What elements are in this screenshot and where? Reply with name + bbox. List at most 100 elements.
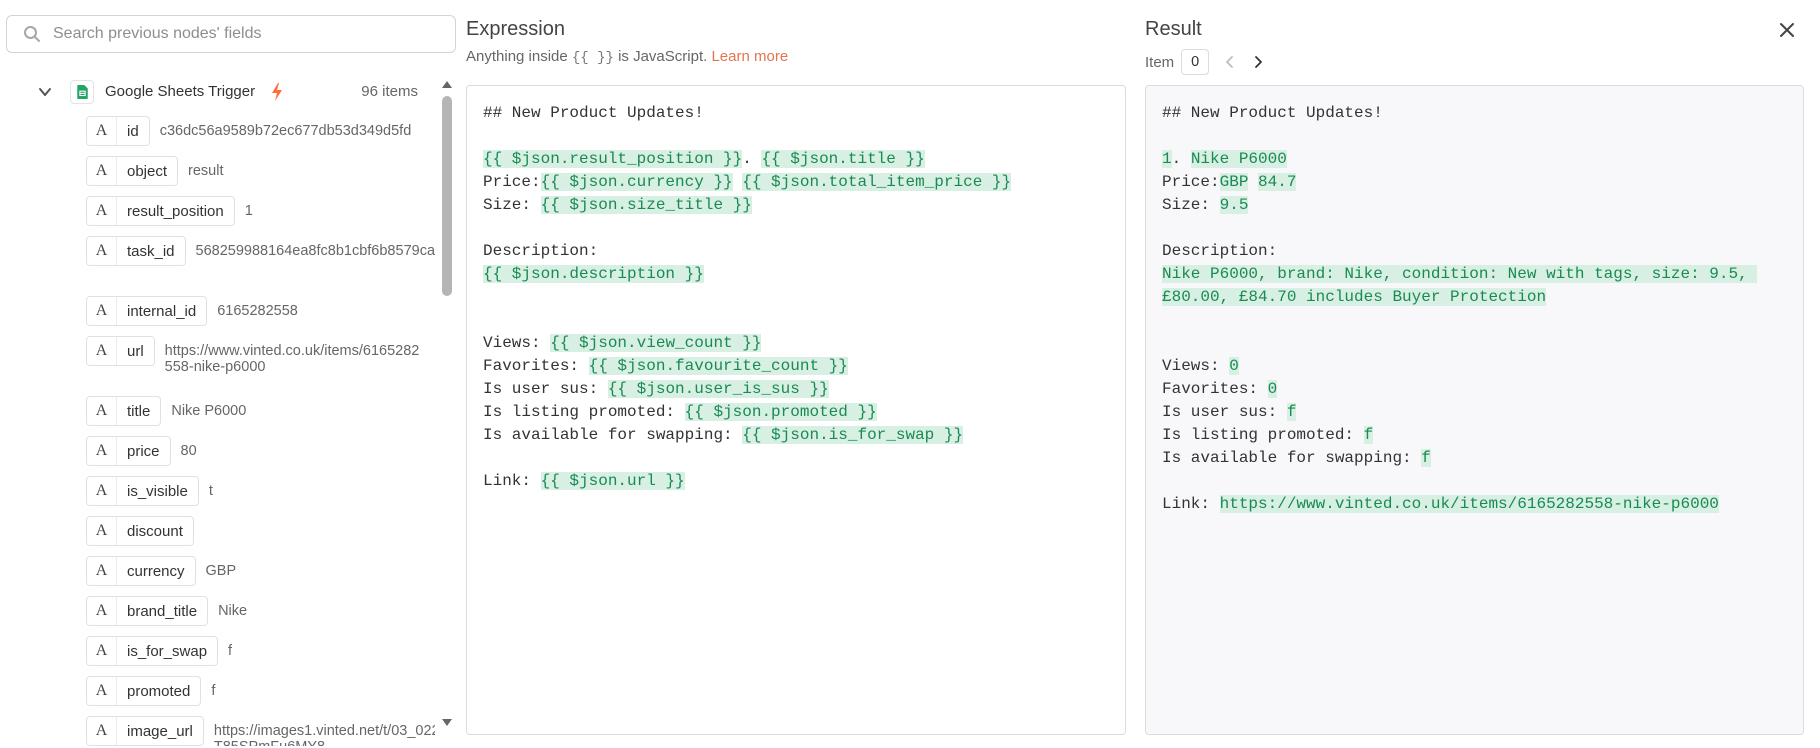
field-value: 80	[180, 443, 197, 459]
field-row[interactable]: Aurl https://www.vinted.co.uk/items/61652…	[86, 336, 427, 375]
expression-token: 84.7	[1258, 173, 1297, 191]
expression-token: Nike P6000, brand: Nike, condition: New …	[1162, 265, 1758, 306]
field-row[interactable]: Aresult_position 1	[86, 196, 435, 226]
field-key-pill[interactable]: Aid	[86, 116, 150, 146]
field-value: Nike	[218, 603, 248, 619]
node-header[interactable]: Google Sheets Trigger 96 items	[0, 76, 430, 108]
string-type-icon: A	[87, 117, 117, 145]
code-line: Views: {{ $json.view_count }}	[483, 332, 1109, 355]
field-key-pill[interactable]: Aprice	[86, 436, 171, 466]
item-index-input[interactable]: 0	[1181, 49, 1210, 75]
field-key-pill[interactable]: Ais_visible	[86, 476, 199, 506]
code-line: Description:	[1162, 240, 1787, 263]
expression-token: 9.5	[1219, 196, 1249, 214]
string-type-icon: A	[87, 677, 117, 705]
scrollbar-thumb[interactable]	[442, 96, 452, 296]
field-key-pill[interactable]: Atitle	[86, 396, 162, 426]
field-key-pill[interactable]: Abrand_title	[86, 596, 209, 626]
field-row[interactable]: Aprice 80	[86, 436, 435, 466]
result-preview: ## New Product Updates! 1. Nike P6000 Pri…	[1145, 85, 1804, 735]
field-row[interactable]: Abrand_title Nike	[86, 596, 435, 626]
expression-token: {{ $json.favourite_count }}	[588, 357, 848, 375]
code-text: ## New Product Updates!	[483, 104, 704, 122]
field-value: GBP	[205, 563, 237, 579]
expression-token: https://www.vinted.co.uk/items/616528255…	[1219, 495, 1719, 513]
chevron-down-icon[interactable]	[38, 85, 52, 99]
field-key: id	[127, 122, 139, 140]
close-icon[interactable]	[1776, 19, 1798, 41]
chevron-right-icon[interactable]	[1251, 55, 1265, 69]
field-value: result	[188, 163, 224, 179]
field-key-pill[interactable]: Aobject	[86, 156, 179, 186]
field-key-pill[interactable]: Acurrency	[86, 556, 196, 586]
chevron-left-icon[interactable]	[1223, 55, 1237, 69]
field-value: 1	[244, 203, 253, 219]
field-key-pill[interactable]: Ais_for_swap	[86, 636, 219, 666]
expression-editor[interactable]: ## New Product Updates! {{ $json.result_…	[466, 85, 1126, 735]
string-type-icon: A	[87, 337, 117, 365]
code-line: Size: {{ $json.size_title }}	[483, 194, 1109, 217]
field-row[interactable]: Aobject result	[86, 156, 435, 186]
field-row[interactable]: Ais_for_swap f	[86, 636, 435, 666]
field-row[interactable]: Aid c36dc56a9589b72ec677db53d349d5fd	[86, 116, 422, 146]
trigger-bolt-icon	[272, 83, 282, 101]
code-line: 1. Nike P6000	[1162, 148, 1787, 171]
field-row[interactable]: Adiscount	[86, 516, 435, 546]
string-type-icon: A	[87, 237, 117, 265]
search-input[interactable]	[53, 25, 433, 43]
code-line: Is listing promoted: f	[1162, 424, 1787, 447]
scroll-down-icon[interactable]	[441, 717, 453, 727]
code-text: Views:	[483, 334, 551, 352]
result-code: ## New Product Updates! 1. Nike P6000 Pri…	[1162, 102, 1787, 516]
expression-token: {{ $json.size_title }}	[540, 196, 752, 214]
scroll-up-icon[interactable]	[441, 80, 453, 90]
code-line: Favorites: {{ $json.favourite_count }}	[483, 355, 1109, 378]
field-row[interactable]: Apromoted f	[86, 676, 435, 706]
field-key-pill[interactable]: Adiscount	[86, 516, 194, 546]
expression-token: {{ $json.total_item_price }}	[742, 173, 1012, 191]
field-row[interactable]: Aimage_url https://images1.vinted.net/t/0…	[86, 716, 435, 746]
field-key: is_for_swap	[127, 642, 208, 660]
search-field[interactable]	[6, 15, 456, 53]
string-type-icon: A	[87, 557, 117, 585]
code-text: Link:	[1162, 495, 1220, 513]
code-line: Is available for swapping: {{ $json.is_f…	[483, 424, 1109, 447]
field-key-pill[interactable]: Aresult_position	[86, 196, 235, 226]
field-value: 6165282558	[217, 303, 298, 319]
field-row[interactable]: Ainternal_id 6165282558	[86, 296, 435, 326]
field-value: Nike P6000	[171, 403, 247, 419]
string-type-icon: A	[87, 637, 117, 665]
field-key-pill[interactable]: Ainternal_id	[86, 296, 208, 326]
field-row[interactable]: Atask_id 568259988164ea8fc8b1cbf6b8579cad	[86, 236, 435, 266]
string-type-icon: A	[87, 297, 117, 325]
string-type-icon: A	[87, 517, 117, 545]
expression-code[interactable]: ## New Product Updates! {{ $json.result_…	[483, 102, 1109, 493]
field-key-pill[interactable]: Atask_id	[86, 236, 186, 266]
field-key: image_url	[127, 722, 193, 740]
code-text: .	[1171, 150, 1191, 168]
subtitle-suffix: is JavaScript.	[618, 48, 708, 65]
field-list[interactable]: Aid c36dc56a9589b72ec677db53d349d5fd Aobje…	[0, 116, 435, 746]
string-type-icon: A	[87, 717, 117, 745]
field-value: https://images1.vinted.net/t/03_0226f_PT…	[213, 723, 435, 746]
field-key-pill[interactable]: Aimage_url	[86, 716, 204, 746]
code-line: Link: {{ $json.url }}	[483, 470, 1109, 493]
expression-token: 0	[1267, 380, 1278, 398]
field-key-pill[interactable]: Apromoted	[86, 676, 202, 706]
field-value: t	[208, 483, 213, 499]
field-row[interactable]: Ais_visible t	[86, 476, 435, 506]
field-row[interactable]: Atitle Nike P6000	[86, 396, 433, 426]
code-text: Size:	[1162, 196, 1220, 214]
item-selector: Item 0	[1145, 49, 1265, 75]
expression-token: {{ $json.is_for_swap }}	[742, 426, 964, 444]
expression-token: f	[1421, 449, 1431, 467]
field-value: f	[211, 683, 216, 699]
field-key-pill[interactable]: Aurl	[86, 336, 155, 366]
expression-token: Nike P6000	[1190, 150, 1287, 168]
field-row[interactable]: Acurrency GBP	[86, 556, 435, 586]
learn-more-link[interactable]: Learn more	[711, 48, 788, 65]
